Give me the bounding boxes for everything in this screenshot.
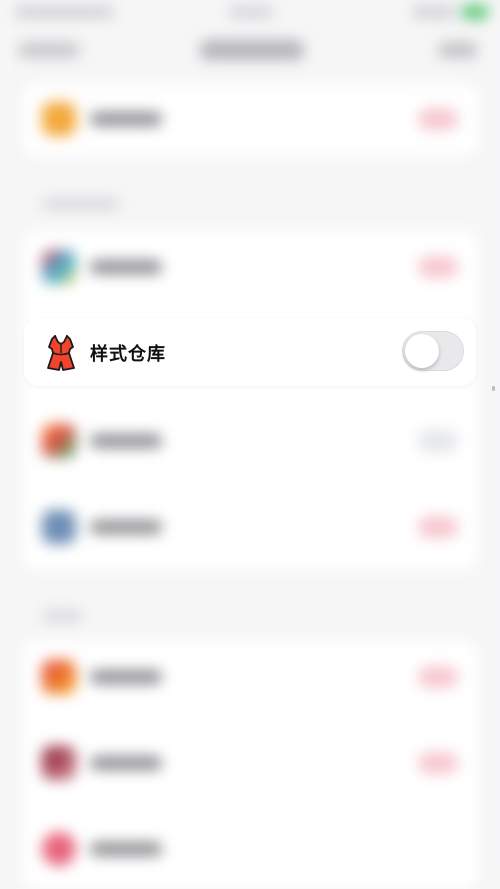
row-toggle[interactable] — [418, 752, 458, 774]
settings-row[interactable] — [22, 642, 478, 712]
scroll-indicator — [492, 386, 495, 391]
row-toggle[interactable] — [418, 516, 458, 538]
row-label — [90, 112, 162, 126]
status-center — [228, 6, 274, 18]
nav-action-button[interactable] — [438, 42, 478, 58]
row-icon — [42, 102, 76, 136]
settings-row[interactable] — [22, 728, 478, 798]
row-icon — [42, 832, 76, 866]
status-bar — [0, 0, 500, 24]
setting-label: 样式仓库 — [90, 344, 166, 365]
row-label — [90, 520, 162, 534]
settings-group-3 — [22, 640, 478, 889]
row-label — [90, 260, 162, 274]
status-time — [14, 6, 114, 18]
page-title — [200, 40, 304, 60]
settings-row[interactable] — [22, 814, 478, 884]
settings-group-2 — [22, 230, 478, 570]
row-icon — [42, 660, 76, 694]
battery-icon — [462, 5, 488, 19]
row-label — [90, 670, 162, 684]
row-toggle[interactable] — [418, 430, 458, 452]
settings-row[interactable] — [22, 492, 478, 562]
row-icon — [42, 250, 76, 284]
blurred-settings-background — [0, 0, 500, 889]
row-toggle[interactable] — [418, 256, 458, 278]
row-label — [90, 756, 162, 770]
row-icon — [42, 746, 76, 780]
row-icon — [42, 424, 76, 458]
section-header — [42, 610, 82, 622]
settings-row[interactable] — [22, 232, 478, 302]
row-label — [90, 842, 162, 856]
dress-icon — [47, 335, 75, 371]
navigation-bar — [0, 28, 500, 72]
row-icon — [42, 510, 76, 544]
status-signal-icon — [412, 6, 456, 18]
settings-group-1 — [22, 84, 478, 156]
style-warehouse-toggle[interactable] — [402, 331, 464, 371]
style-warehouse-setting-row[interactable]: 样式仓库 — [24, 318, 476, 386]
settings-row[interactable] — [22, 84, 478, 154]
section-header — [42, 198, 120, 210]
toggle-knob — [405, 334, 439, 368]
row-toggle[interactable] — [418, 108, 458, 130]
settings-row[interactable] — [22, 406, 478, 476]
row-label — [90, 434, 162, 448]
row-toggle[interactable] — [418, 666, 458, 688]
back-button[interactable] — [18, 42, 80, 58]
